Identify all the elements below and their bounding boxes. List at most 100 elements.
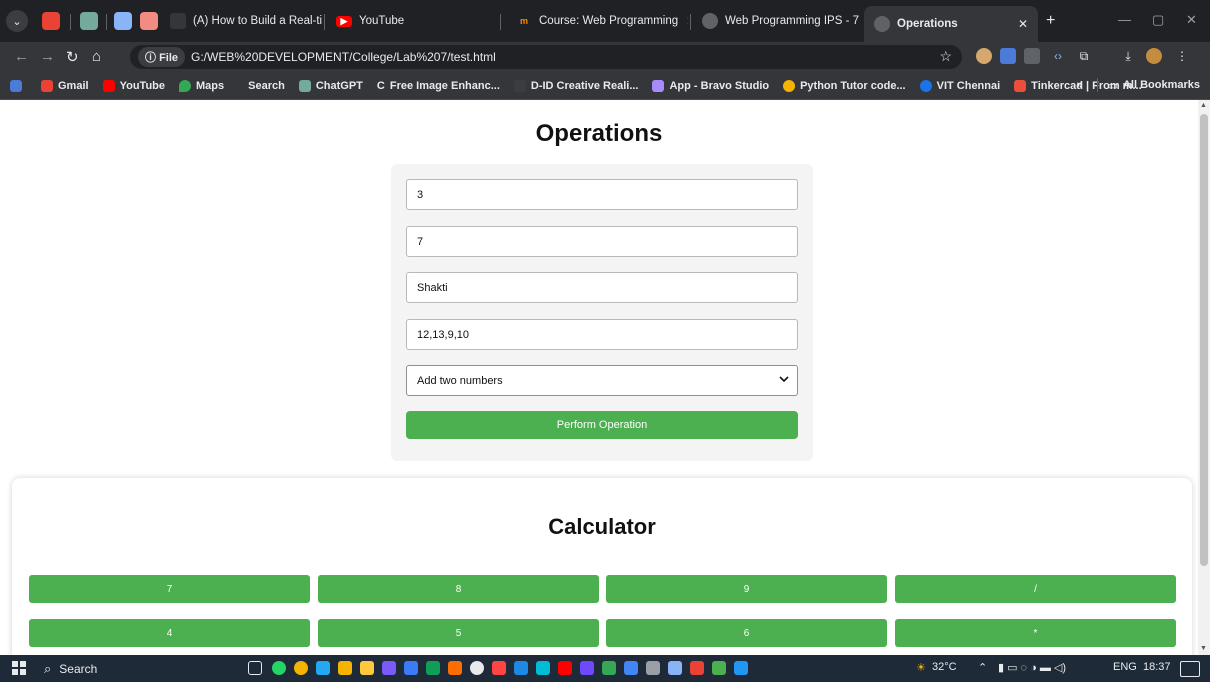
notification-icon[interactable]: [1180, 661, 1200, 677]
weather-icon[interactable]: ☀: [916, 661, 926, 674]
app-icon[interactable]: [734, 661, 748, 675]
number-list-input[interactable]: [406, 319, 798, 350]
chrome-icon[interactable]: [294, 661, 308, 675]
extension-avatar-icon[interactable]: [976, 48, 992, 64]
profile-avatar-icon[interactable]: [1146, 48, 1162, 64]
scroll-up-arrow-icon[interactable]: ▲: [1200, 102, 1207, 109]
divider: [1096, 78, 1098, 92]
download-icon[interactable]: ⤓: [1120, 48, 1136, 64]
pinned-tab-red-icon[interactable]: [140, 12, 158, 30]
app-icon[interactable]: [536, 661, 550, 675]
tab-web-programming-ips[interactable]: Web Programming IPS - 7 2 ✕: [692, 6, 862, 36]
back-arrow-icon[interactable]: ←: [14, 48, 29, 65]
bookmark-vit-chennai[interactable]: VIT Chennai: [919, 79, 1000, 92]
key-9-button[interactable]: 9: [606, 575, 887, 603]
devtools-code-icon[interactable]: ‹›: [1050, 48, 1066, 64]
key-divide-button[interactable]: /: [895, 575, 1176, 603]
tab-course-web-programming[interactable]: m Course: Web Programming ✕: [506, 6, 688, 36]
key-6-button[interactable]: 6: [606, 619, 887, 647]
tab-operations-active[interactable]: Operations ✕: [864, 6, 1038, 42]
vscode-icon[interactable]: [316, 661, 330, 675]
key-4-button[interactable]: 4: [29, 619, 310, 647]
perform-operation-button[interactable]: Perform Operation: [406, 411, 798, 439]
clock-time[interactable]: 18:37: [1143, 661, 1171, 673]
key-5-button[interactable]: 5: [318, 619, 599, 647]
reload-icon[interactable]: ↻: [66, 48, 79, 66]
close-icon[interactable]: ✕: [1010, 17, 1028, 31]
app-icon[interactable]: [404, 661, 418, 675]
app-icon[interactable]: [514, 661, 528, 675]
bookmark-bravo-studio[interactable]: App - Bravo Studio: [652, 79, 769, 92]
address-bar[interactable]: ⓘ File G:/WEB%20DEVELOPMENT/College/Lab%…: [130, 45, 962, 69]
extension-blue-icon[interactable]: [1000, 48, 1016, 64]
bookmark-gmail[interactable]: Gmail: [41, 79, 89, 92]
app-icon[interactable]: [624, 661, 638, 675]
new-tab-plus-icon[interactable]: +: [1046, 12, 1055, 30]
app-icon[interactable]: [338, 661, 352, 675]
extensions-puzzle-icon[interactable]: ⧉: [1076, 48, 1092, 64]
language-indicator[interactable]: ENG: [1113, 661, 1137, 673]
file-info-chip[interactable]: ⓘ File: [138, 47, 186, 67]
second-number-input[interactable]: [406, 226, 798, 257]
bookmark-apps[interactable]: [10, 79, 27, 92]
tab-separator: [324, 14, 325, 30]
app-icon[interactable]: [448, 661, 462, 675]
page-scrollbar[interactable]: ▲ ▼: [1198, 100, 1210, 655]
pinned-tab-blue-icon[interactable]: [114, 12, 132, 30]
bookmark-youtube[interactable]: YouTube: [102, 79, 165, 92]
bookmark-python-tutor[interactable]: Python Tutor code...: [783, 79, 906, 92]
app-icon[interactable]: [646, 661, 660, 675]
app-icon[interactable]: [668, 661, 682, 675]
forward-arrow-icon[interactable]: →: [40, 48, 55, 65]
app-icon[interactable]: [712, 661, 726, 675]
key-8-button[interactable]: 8: [318, 575, 599, 603]
pinned-tab-gmail-icon[interactable]: [42, 12, 60, 30]
app-icon[interactable]: [470, 661, 484, 675]
app-icon[interactable]: [382, 661, 396, 675]
pinned-tab-chatgpt-icon[interactable]: [80, 12, 98, 30]
bookmark-free-image-enhancer[interactable]: C Free Image Enhanc...: [377, 80, 500, 92]
more-bookmarks-chevron[interactable]: »: [1076, 79, 1082, 91]
tab-realtime-chat[interactable]: (A) How to Build a Real-time Ch ✕: [160, 6, 322, 36]
tab-title: YouTube: [359, 15, 405, 27]
bookmark-maps[interactable]: Maps: [179, 79, 224, 92]
app-icon[interactable]: [602, 661, 616, 675]
tray-icons[interactable]: ▮ ▭ ◌ ◑ ▬ ◁): [998, 661, 1066, 674]
maximize-icon[interactable]: ▢: [1152, 12, 1164, 28]
scrollbar-thumb[interactable]: [1200, 114, 1208, 566]
operation-select[interactable]: Add two numbers: [406, 365, 798, 396]
minimize-icon[interactable]: —: [1118, 12, 1131, 27]
taskbar-search[interactable]: ⌕ Search: [44, 659, 234, 678]
tab-youtube[interactable]: ▶ YouTube ✕: [326, 6, 486, 36]
home-icon[interactable]: ⌂: [92, 48, 101, 65]
tab-title: Web Programming IPS - 7 2: [725, 15, 862, 27]
menu-kebab-icon[interactable]: ⋮: [1174, 48, 1190, 64]
tray-overflow-chevron-icon[interactable]: ⌃: [978, 661, 987, 674]
whatsapp-icon[interactable]: [272, 661, 286, 675]
tab-search-chevron-icon[interactable]: ⌄: [6, 10, 28, 32]
bookmark-star-icon[interactable]: ☆: [939, 48, 952, 65]
app-icon[interactable]: [426, 661, 440, 675]
bookmark-chatgpt[interactable]: ChatGPT: [298, 79, 363, 92]
bookmark-d-id[interactable]: D-ID Creative Reali...: [513, 79, 638, 92]
chevron-down-icon: [779, 374, 789, 387]
app-icon[interactable]: [492, 661, 506, 675]
extension-grey-icon[interactable]: [1024, 48, 1040, 64]
youtube-icon[interactable]: [558, 661, 572, 675]
file-explorer-icon[interactable]: [360, 661, 374, 675]
key-7-button[interactable]: 7: [29, 575, 310, 603]
scroll-down-arrow-icon[interactable]: ▼: [1200, 645, 1207, 652]
task-view-icon[interactable]: [248, 661, 262, 675]
app-icon[interactable]: [690, 661, 704, 675]
d-id-icon: [513, 79, 526, 92]
windows-start-icon[interactable]: [12, 661, 26, 675]
close-icon[interactable]: ✕: [678, 14, 688, 28]
bookmark-search[interactable]: Search: [248, 80, 285, 92]
window-close-icon[interactable]: ✕: [1186, 12, 1197, 28]
key-multiply-button[interactable]: *: [895, 619, 1176, 647]
app-icon[interactable]: [580, 661, 594, 675]
name-input[interactable]: [406, 272, 798, 303]
all-bookmarks-link[interactable]: All Bookmarks: [1123, 79, 1200, 91]
weather-temperature[interactable]: 32°C: [932, 661, 957, 673]
first-number-input[interactable]: [406, 179, 798, 210]
